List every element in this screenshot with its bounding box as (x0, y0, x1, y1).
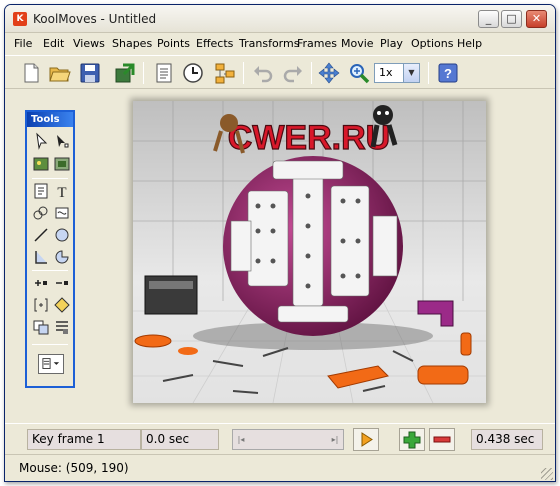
diamond-icon[interactable] (53, 296, 71, 314)
canvas-area[interactable]: Tools T CWER.RU (5, 90, 555, 423)
menu-views[interactable]: Views (73, 37, 105, 50)
menu-points[interactable]: Points (157, 37, 190, 50)
undo-icon[interactable] (251, 61, 275, 85)
menu-movie[interactable]: Movie (341, 37, 374, 50)
minimize-button[interactable]: _ (478, 10, 499, 28)
frames-icon[interactable] (213, 61, 237, 85)
main-toolbar: 1x ▼ ? (5, 55, 555, 89)
delete-frame-button[interactable] (429, 428, 455, 451)
arrow-select-icon[interactable] (32, 132, 50, 150)
export-icon[interactable] (113, 61, 137, 85)
chevron-down-icon[interactable]: ▼ (403, 64, 419, 82)
movie-stage[interactable]: CWER.RU (133, 101, 486, 403)
svg-text:T: T (57, 185, 66, 200)
shape-icon[interactable] (53, 204, 71, 222)
image-tool-icon[interactable] (32, 155, 50, 173)
save-disk-icon[interactable] (78, 61, 102, 85)
fill-dropdown-icon[interactable] (38, 354, 64, 374)
clock-icon[interactable] (181, 61, 205, 85)
menu-transforms[interactable]: Transforms (239, 37, 299, 50)
arc-icon[interactable] (53, 248, 71, 266)
status-bar: Mouse: (509, 190) (5, 454, 555, 481)
last-frame-icon[interactable]: ▸| (329, 431, 341, 448)
menu-options[interactable]: Options (411, 37, 453, 50)
zoom-select[interactable]: 1x ▼ (374, 63, 420, 83)
delete-point-icon[interactable] (53, 274, 71, 292)
brush-icon[interactable] (32, 204, 50, 222)
add-point-icon[interactable] (32, 274, 50, 292)
duration-field: 0.438 sec (471, 429, 543, 450)
tool-separator (32, 344, 68, 345)
menu-frames[interactable]: Frames (297, 37, 337, 50)
svg-text:?: ? (444, 66, 452, 81)
play-button[interactable] (353, 428, 379, 451)
first-frame-icon[interactable]: |◂ (235, 431, 247, 448)
app-icon: K (13, 12, 27, 26)
redo-icon[interactable] (281, 61, 305, 85)
app-window: K KoolMoves - Untitled _ □ ✕ File Edit V… (4, 4, 556, 482)
align-icon[interactable] (53, 318, 71, 336)
tools-palette: Tools T (25, 110, 75, 388)
text-frame-icon[interactable] (32, 182, 50, 200)
notes-icon[interactable] (152, 61, 176, 85)
logo-text: CWER.RU (228, 119, 390, 157)
key-frame-field: Key frame 1 (27, 429, 141, 450)
help-icon[interactable]: ? (436, 61, 460, 85)
window-title: KoolMoves - Untitled (33, 12, 157, 26)
frame-scroller[interactable]: |◂ ▸| (232, 429, 344, 450)
menu-play[interactable]: Play (380, 37, 403, 50)
toolbar-separator (311, 62, 312, 84)
line-icon[interactable] (32, 226, 50, 244)
toolbar-separator (243, 62, 244, 84)
title-bar[interactable]: K KoolMoves - Untitled _ □ ✕ (5, 5, 555, 33)
maximize-button[interactable]: □ (501, 10, 522, 28)
toolbar-separator (143, 62, 144, 84)
menu-effects[interactable]: Effects (196, 37, 233, 50)
resize-grip-icon[interactable] (541, 468, 553, 480)
group-tool-icon[interactable] (53, 155, 71, 173)
tool-separator (32, 178, 68, 179)
current-time-field: 0.0 sec (141, 429, 219, 450)
move-arrows-icon[interactable] (317, 61, 341, 85)
timeline-bar: Key frame 1 0.0 sec |◂ ▸| 0.438 sec (5, 423, 555, 453)
bracket-icon[interactable] (32, 296, 50, 314)
mouse-position: Mouse: (509, 190) (19, 461, 129, 475)
menu-help[interactable]: Help (457, 37, 482, 50)
zoom-value: 1x (379, 66, 393, 79)
menu-shapes[interactable]: Shapes (112, 37, 152, 50)
corner-icon[interactable] (32, 248, 50, 266)
transform-icon[interactable] (32, 318, 50, 336)
add-frame-button[interactable] (399, 428, 425, 451)
stage-artwork: CWER.RU (133, 101, 486, 403)
close-button[interactable]: ✕ (526, 10, 547, 28)
tools-title[interactable]: Tools (27, 112, 73, 127)
new-file-icon[interactable] (19, 61, 43, 85)
menu-edit[interactable]: Edit (43, 37, 64, 50)
subselect-icon[interactable] (53, 132, 71, 150)
open-folder-icon[interactable] (48, 61, 72, 85)
zoom-magnifier-icon[interactable] (347, 61, 371, 85)
toolbar-separator (428, 62, 429, 84)
ellipse-icon[interactable] (53, 226, 71, 244)
text-icon[interactable]: T (53, 182, 71, 201)
tool-separator (32, 270, 68, 271)
menu-file[interactable]: File (14, 37, 32, 50)
menu-bar: File Edit Views Shapes Points Effects Tr… (5, 34, 555, 54)
